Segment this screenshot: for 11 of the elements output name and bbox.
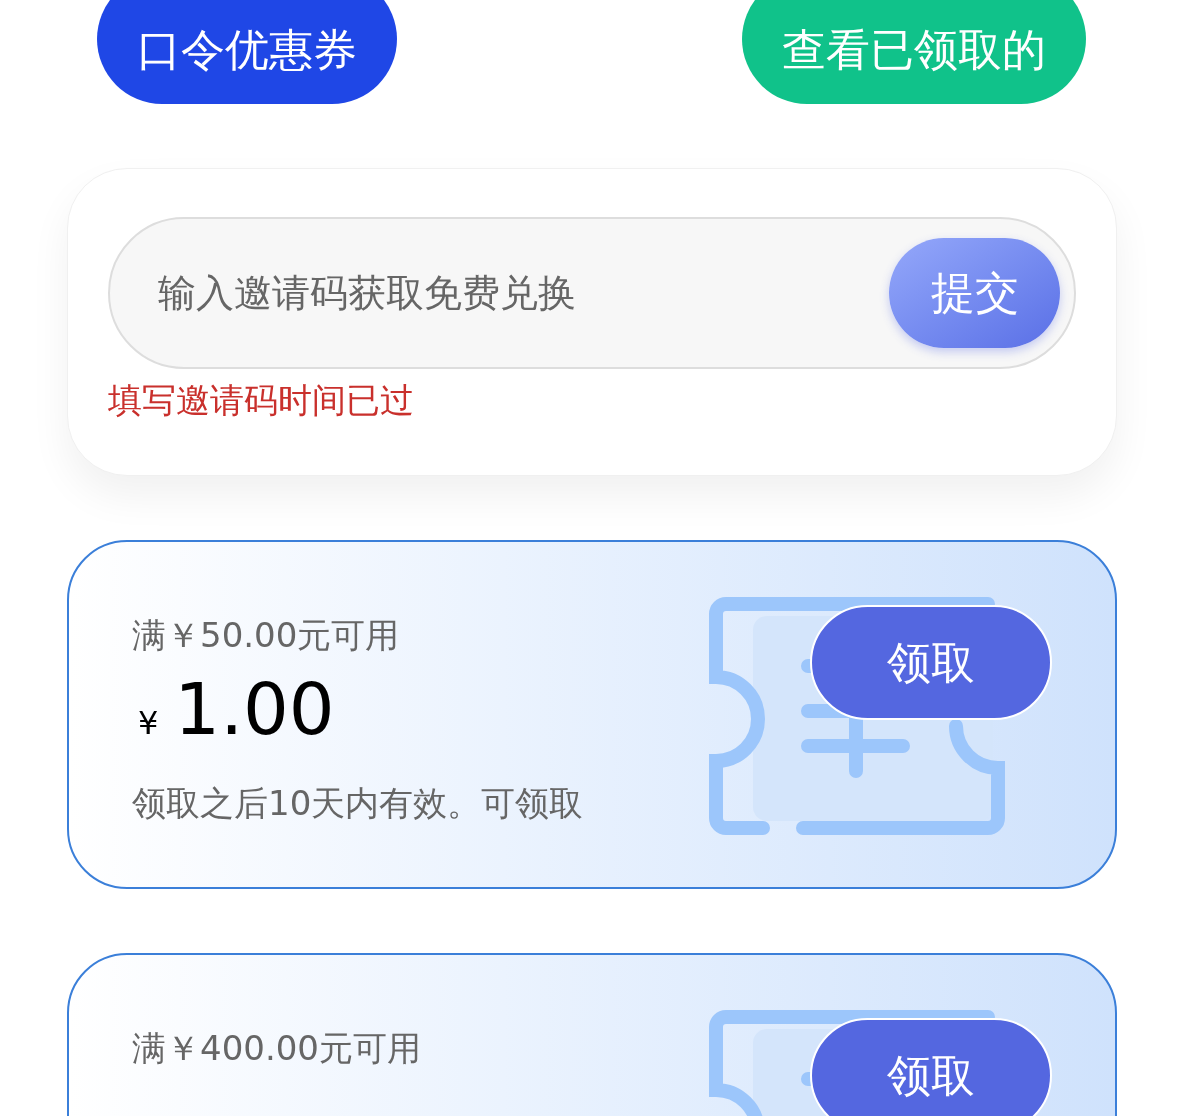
- currency-symbol: ¥: [138, 703, 159, 743]
- tab-button[interactable]: 口令优惠券: [97, 0, 397, 104]
- claim-button[interactable]: 领取: [810, 1018, 1052, 1116]
- claim-button[interactable]: 领取: [810, 605, 1052, 720]
- coupon-condition: 满￥400.00元可用: [132, 1028, 421, 1068]
- coupon-validity: 领取之后10天内有效。可领取: [132, 783, 584, 823]
- submit-button[interactable]: 提交: [889, 238, 1060, 348]
- coupon-condition: 满￥50.00元可用: [132, 615, 400, 655]
- error-message: 填写邀请码时间已过: [108, 379, 414, 422]
- coupon-amount: 1.00: [174, 669, 335, 749]
- invite-code-field[interactable]: 输入邀请码获取免费兑换 提交: [108, 217, 1076, 369]
